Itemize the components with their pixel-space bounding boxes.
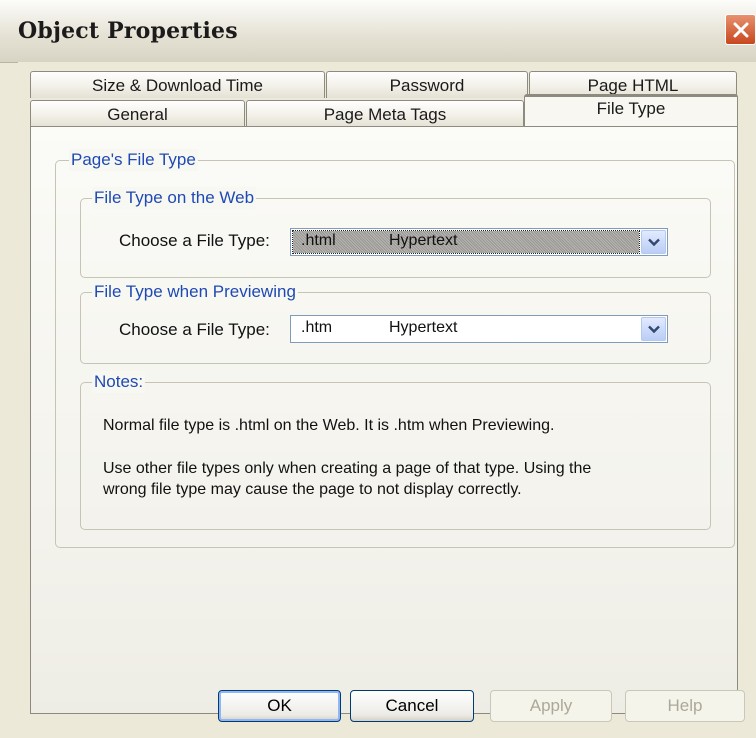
- web-file-type-select[interactable]: .html Hypertext: [290, 228, 668, 256]
- web-dropdown-button[interactable]: [641, 230, 666, 254]
- window-title: Object Properties: [18, 18, 238, 44]
- tab-general[interactable]: General: [30, 100, 245, 127]
- file-type-web-group: File Type on the Web Choose a File Type:…: [80, 187, 711, 278]
- notes-group: Notes: Normal file type is .html on the …: [80, 371, 711, 530]
- web-selected-ext: .html: [301, 232, 336, 249]
- title-bar[interactable]: Object Properties: [0, 0, 756, 63]
- web-choose-label: Choose a File Type:: [119, 231, 270, 250]
- close-icon: [733, 22, 749, 38]
- preview-dropdown-button[interactable]: [641, 317, 666, 341]
- cancel-button[interactable]: Cancel: [350, 690, 474, 722]
- file-type-preview-group: File Type when Previewing Choose a File …: [80, 281, 711, 364]
- tab-file-type[interactable]: File Type: [524, 94, 738, 126]
- notes-line-2: Use other file types only when creating …: [103, 460, 592, 477]
- preview-selected-ext: .htm: [301, 319, 333, 336]
- tab-panel-file-type: Page's File Type File Type on the Web Ch…: [30, 126, 738, 714]
- close-button[interactable]: [725, 14, 756, 45]
- page-file-type-group: Page's File Type File Type on the Web Ch…: [55, 149, 735, 548]
- tab-size-download-time[interactable]: Size & Download Time: [30, 71, 325, 98]
- file-type-web-legend: File Type on the Web: [92, 187, 257, 209]
- tab-password[interactable]: Password: [326, 71, 528, 98]
- page-file-type-legend: Page's File Type: [69, 149, 198, 171]
- preview-choose-label: Choose a File Type:: [119, 320, 270, 339]
- tab-page-meta-tags[interactable]: Page Meta Tags: [246, 100, 524, 127]
- chevron-down-icon: [648, 325, 660, 334]
- ok-button[interactable]: OK: [218, 690, 341, 722]
- file-type-preview-legend: File Type when Previewing: [92, 281, 298, 303]
- notes-line-3: wrong file type may cause the page to no…: [103, 481, 522, 498]
- notes-legend: Notes:: [92, 371, 146, 393]
- apply-button[interactable]: Apply: [490, 690, 612, 722]
- web-selection-highlight: [292, 230, 640, 254]
- object-properties-dialog: Object Properties Size & Download Time P…: [0, 0, 756, 738]
- dialog-content: Size & Download Time Password Page HTML …: [18, 62, 756, 738]
- notes-line-1: Normal file type is .html on the Web. It…: [103, 417, 555, 434]
- preview-file-type-select[interactable]: .htm Hypertext: [290, 315, 668, 343]
- web-selected-desc: Hypertext: [389, 232, 458, 249]
- chevron-down-icon: [648, 238, 660, 247]
- preview-selected-desc: Hypertext: [389, 319, 458, 336]
- help-button[interactable]: Help: [625, 690, 745, 722]
